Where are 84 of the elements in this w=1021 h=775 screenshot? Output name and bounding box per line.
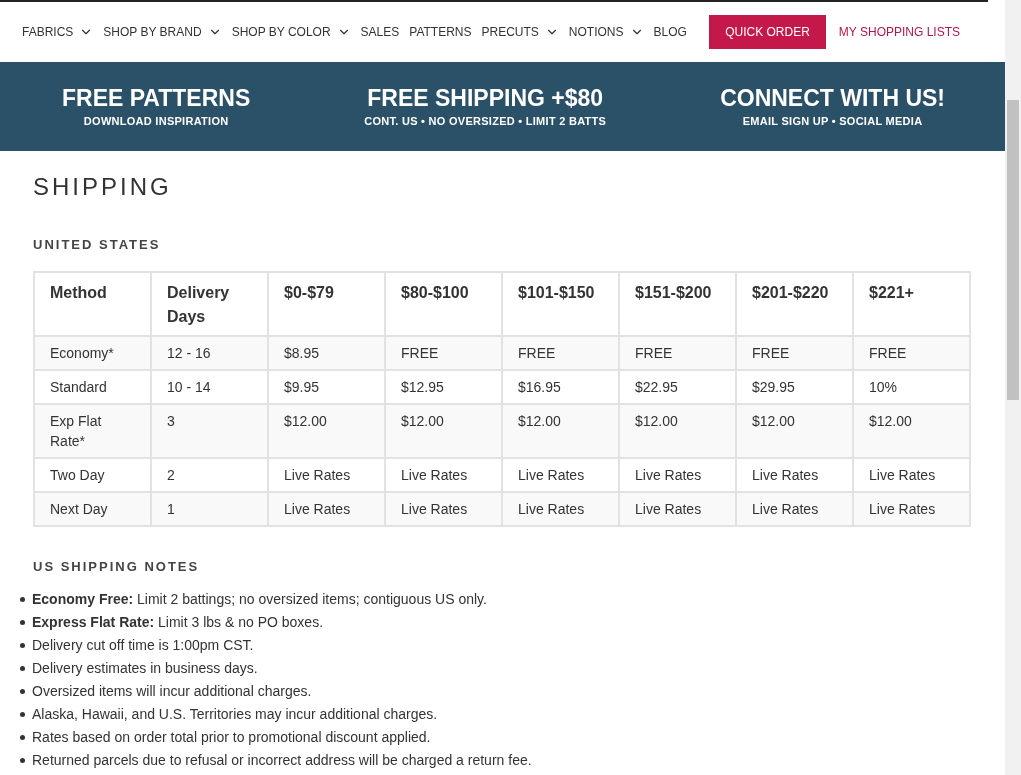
table-cell: $12.00 (619, 403, 736, 458)
table-cell: $8.95 (268, 335, 385, 370)
table-cell: $12.00 (502, 403, 619, 458)
table-cell: 10% (853, 369, 970, 404)
table-cell: Live Rates (502, 457, 619, 492)
quick-order-button[interactable]: QUICK ORDER (709, 15, 826, 49)
column-header: $80-$100 (385, 271, 502, 336)
table-cell: Live Rates (619, 457, 736, 492)
table-cell: FREE (619, 335, 736, 370)
table-cell: Standard (34, 369, 151, 404)
table-cell: $12.00 (736, 403, 853, 458)
table-cell: 10 - 14 (151, 369, 268, 404)
banner-subtitle: DOWNLOAD INSPIRATION (83, 114, 229, 130)
table-cell: $22.95 (619, 369, 736, 404)
column-header: Delivery Days (151, 271, 268, 336)
nav-link[interactable]: BLOG (653, 23, 687, 41)
banner-subtitle: EMAIL SIGN UP • SOCIAL MEDIA (742, 114, 923, 130)
note-text: Express Flat Rate: Limit 3 lbs & no PO boxes. (32, 613, 324, 632)
bullet-icon (20, 643, 25, 648)
table-cell: $12.00 (268, 403, 385, 458)
bullet-icon (20, 758, 25, 763)
table-cell: $12.95 (385, 369, 502, 404)
bullet-icon (20, 620, 25, 625)
column-header: $201-$220 (736, 271, 853, 336)
table-cell: FREE (736, 335, 853, 370)
note-text: Delivery cut off time is 1:00pm CST. (32, 636, 254, 655)
table-cell: Two Day (34, 457, 151, 492)
bullet-icon (20, 735, 25, 740)
table-cell: Live Rates (736, 491, 853, 526)
nav-link[interactable]: PATTERNS (409, 23, 472, 41)
table-cell: 3 (151, 403, 268, 458)
page-title: SHIPPING (33, 172, 173, 202)
table-cell: Live Rates (385, 457, 502, 492)
table-cell: FREE (502, 335, 619, 370)
table-cell: Live Rates (268, 457, 385, 492)
table-cell: 1 (151, 491, 268, 526)
nav-link[interactable]: NOTIONS (568, 23, 644, 41)
nav-link[interactable]: FABRICS (22, 23, 94, 41)
column-header: Method (34, 271, 151, 336)
notes-title: US SHIPPING NOTES (33, 557, 201, 576)
table-cell: $29.95 (736, 369, 853, 404)
table-cell: $12.00 (853, 403, 970, 458)
table-cell: Live Rates (385, 491, 502, 526)
bullet-icon (20, 712, 25, 717)
column-header: $151-$200 (619, 271, 736, 336)
table-cell: Live Rates (853, 457, 970, 492)
nav-link[interactable]: PRECUTS (481, 23, 559, 41)
bullet-icon (20, 689, 25, 694)
table-cell: $16.95 (502, 369, 619, 404)
table-cell: Live Rates (853, 491, 970, 526)
table-cell: $9.95 (268, 369, 385, 404)
nav-link[interactable]: SHOP BY COLOR (231, 23, 351, 41)
note-text: Oversized items will incur additional charges. (32, 682, 312, 701)
table-cell: Live Rates (502, 491, 619, 526)
scrollbar[interactable] (1005, 0, 1021, 775)
note-text: Delivery estimates in business days. (32, 659, 258, 678)
table-cell: FREE (853, 335, 970, 370)
column-header: $0-$79 (268, 271, 385, 336)
table-cell: Live Rates (268, 491, 385, 526)
note-text: Alaska, Hawaii, and U.S. Territories may incur additional charges. (32, 705, 438, 724)
note-text: Economy Free: Limit 2 battings; no oversized items; contiguous US only. (32, 590, 487, 609)
banner-subtitle: CONT. US • NO OVERSIZED • LIMIT 2 BATTS (364, 114, 607, 130)
note-text: Returned parcels due to refusal or incorrect address will be charged a return fee. (32, 751, 532, 770)
banner-title: CONNECT WITH US! (720, 84, 945, 114)
table-cell: Live Rates (619, 491, 736, 526)
nav-link[interactable]: SHOP BY BRAND (103, 23, 222, 41)
banner-title: FREE SHIPPING +$80 (367, 84, 604, 114)
bullet-icon (20, 666, 25, 671)
table-cell: 2 (151, 457, 268, 492)
shopping-lists-link[interactable]: MY SHOPPING LISTS (838, 23, 960, 41)
column-header: $101-$150 (502, 271, 619, 336)
table-cell: Exp Flat Rate* (34, 403, 151, 458)
section-title: UNITED STATES (33, 236, 162, 254)
nav-link[interactable]: SALES (360, 23, 400, 41)
table-cell: 12 - 16 (151, 335, 268, 370)
banner-title: FREE PATTERNS (62, 84, 251, 114)
table-cell: Live Rates (736, 457, 853, 492)
column-header: $221+ (853, 271, 970, 336)
table-cell: Economy* (34, 335, 151, 370)
bullet-icon (20, 597, 25, 602)
table-cell: FREE (385, 335, 502, 370)
note-text: Rates based on order total prior to promotional discount applied. (32, 728, 431, 747)
table-cell: Next Day (34, 491, 151, 526)
table-cell: $12.00 (385, 403, 502, 458)
